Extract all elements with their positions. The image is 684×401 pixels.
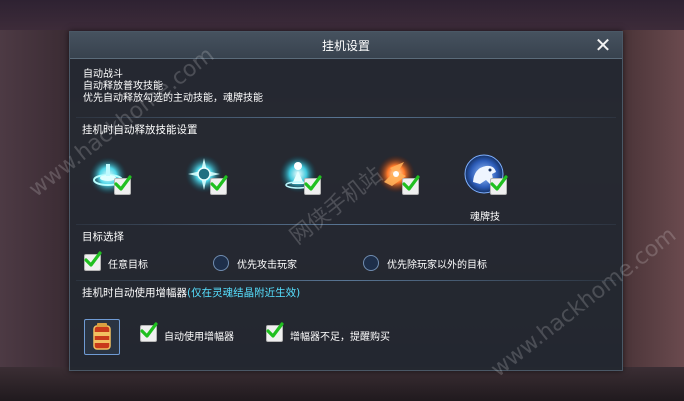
target-non-players-radio[interactable] xyxy=(363,255,379,271)
checkmark-icon xyxy=(140,322,158,338)
dialog-title-bar: 挂机设置 ✕ xyxy=(70,32,622,59)
skill-2-checkbox[interactable] xyxy=(210,175,228,195)
checkmark-icon xyxy=(84,251,102,267)
soul-card-skill-label: 魂牌技 xyxy=(470,212,500,223)
background-ground xyxy=(0,367,684,401)
booster-title-note: (仅在灵魂结晶附近生效) xyxy=(187,287,301,299)
checkmark-icon xyxy=(490,175,508,191)
close-icon[interactable]: ✕ xyxy=(595,33,612,57)
skill-slot-1[interactable] xyxy=(84,148,136,208)
booster-low-reminder-label: 增幅器不足，提醒购买 xyxy=(290,332,390,343)
dialog-title: 挂机设置 xyxy=(321,39,370,53)
skill-slot-2[interactable] xyxy=(180,148,232,208)
skill-slot-4[interactable] xyxy=(372,148,424,208)
close-button[interactable]: ✕ xyxy=(592,34,614,56)
background-left-wall xyxy=(0,30,70,370)
divider xyxy=(76,280,616,281)
target-any-radio-checked[interactable] xyxy=(84,251,102,271)
divider xyxy=(76,224,616,225)
info-priority-skills: 优先自动释放勾选的主动技能，魂牌技能 xyxy=(83,93,263,104)
skill-3-checkbox[interactable] xyxy=(304,175,322,195)
skills-section-title: 挂机时自动释放技能设置 xyxy=(82,124,198,136)
auto-use-booster-checkbox[interactable] xyxy=(140,322,158,342)
skill-slot-3[interactable] xyxy=(274,148,326,208)
booster-canister-icon xyxy=(93,323,111,350)
divider xyxy=(76,117,616,118)
skill-1-checkbox[interactable] xyxy=(114,175,132,195)
checkmark-icon xyxy=(402,175,420,191)
skill-4-checkbox[interactable] xyxy=(402,175,420,195)
background-right-wall xyxy=(622,30,684,370)
booster-title-text: 挂机时自动使用增幅器 xyxy=(82,287,187,299)
skill-slot-soul-card[interactable] xyxy=(460,148,512,208)
auto-use-booster-label: 自动使用增幅器 xyxy=(164,332,234,343)
booster-low-reminder-checkbox[interactable] xyxy=(266,322,284,342)
booster-section-title: 挂机时自动使用增幅器(仅在灵魂结晶附近生效) xyxy=(82,285,300,300)
checkmark-icon xyxy=(304,175,322,191)
target-any-label: 任意目标 xyxy=(108,260,148,271)
checkmark-icon xyxy=(210,175,228,191)
booster-item-slot[interactable] xyxy=(84,319,120,355)
target-non-players-label: 优先除玩家以外的目标 xyxy=(387,260,487,271)
target-players-radio[interactable] xyxy=(213,255,229,271)
target-players-label: 优先攻击玩家 xyxy=(237,260,297,271)
skill-5-checkbox[interactable] xyxy=(490,175,508,195)
checkmark-icon xyxy=(266,322,284,338)
idle-settings-dialog: 挂机设置 ✕ 自动战斗 自动释放普攻技能 优先自动释放勾选的主动技能，魂牌技能 … xyxy=(69,31,623,371)
checkmark-icon xyxy=(114,175,132,191)
background-sky xyxy=(0,0,684,32)
target-section-title: 目标选择 xyxy=(82,231,124,243)
